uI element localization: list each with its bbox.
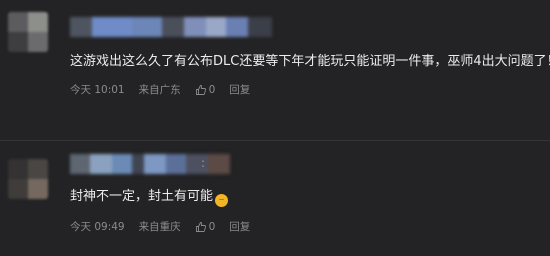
reply-button[interactable]: 回复	[229, 82, 250, 97]
comment-text: 封神不一定，封土有可能 ⌣	[70, 188, 229, 207]
reply-button[interactable]: 回复	[229, 219, 250, 234]
avatar[interactable]	[8, 159, 48, 199]
username-colon: :	[201, 156, 206, 170]
username-blurred[interactable]	[70, 154, 230, 174]
comment-text-content: 封神不一定，封土有可能	[70, 189, 214, 204]
comment-text: 这游戏出这么久了有公布DLC还要等下年才能玩只能证明一件事，巫师4出大问题了！	[70, 54, 550, 69]
like-count: 0	[208, 83, 216, 96]
like-button[interactable]: 0	[195, 220, 216, 233]
avatar[interactable]	[8, 12, 48, 52]
comment-item: : 封神不一定，封土有可能 ⌣ 今天 09:49 来自重庆 0 回复	[0, 141, 550, 256]
username-blurred[interactable]	[70, 17, 272, 37]
comment-time: 今天 10:01	[70, 84, 125, 96]
comment-location: 来自广东	[138, 84, 181, 96]
comment-time: 今天 09:49	[70, 221, 125, 233]
thumbs-up-icon	[195, 84, 206, 95]
comment-item: 这游戏出这么久了有公布DLC还要等下年才能玩只能证明一件事，巫师4出大问题了！ …	[0, 0, 550, 140]
comment-location: 来自重庆	[138, 221, 181, 233]
like-count: 0	[208, 220, 216, 233]
thumbs-up-icon	[195, 221, 206, 232]
comment-meta: 今天 09:49 来自重庆 0 回复	[70, 219, 264, 234]
comment-meta: 今天 10:01 来自广东 0 回复	[70, 82, 264, 97]
like-button[interactable]: 0	[195, 83, 216, 96]
laughing-emoji-icon: ⌣	[215, 194, 229, 207]
